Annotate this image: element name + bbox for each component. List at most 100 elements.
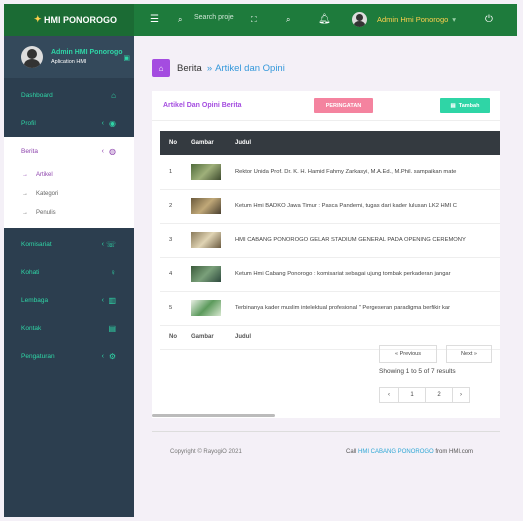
footer-header-gambar: Gambar	[182, 325, 226, 350]
sidebar-item-dashboard[interactable]: Dashboard ⌂	[4, 81, 134, 109]
sidebar-item-label: Komisariat	[21, 240, 52, 248]
berita-submenu: → Artikel → Kategori → Penulis	[4, 165, 134, 228]
sidebar-item-label: Kohati	[21, 268, 40, 276]
search-icon[interactable]: ⌕	[178, 15, 182, 25]
address-card-icon: ▤	[108, 323, 116, 333]
page-next-arrow[interactable]: ›	[452, 387, 470, 403]
pagination: ‹ 1 2 ›	[379, 387, 470, 403]
page-1-button[interactable]: 1	[398, 387, 426, 403]
column-header-judul[interactable]: Judul	[226, 131, 500, 155]
user-name: Admin Hmi Ponorogo	[377, 15, 449, 24]
sidebar-item-kontak[interactable]: Kontak ▤	[4, 314, 134, 342]
sidebar-item-label: Pengaturan	[21, 352, 55, 360]
row-number: 4	[160, 257, 182, 292]
warning-button[interactable]: PERINGATAN	[314, 98, 373, 113]
search-input[interactable]: Search proje	[194, 14, 234, 21]
submenu-item-kategori[interactable]: → Kategori	[4, 184, 134, 203]
table-row[interactable]: 2 Ketum Hmi BADKO Jawa Timur : Pasca Pan…	[160, 189, 500, 224]
user-menu[interactable]: Admin Hmi Ponorogo ▾	[352, 12, 456, 27]
row-number: 5	[160, 291, 182, 326]
next-button[interactable]: Next »	[446, 345, 492, 363]
profile-role: Aplication HMI	[51, 59, 87, 65]
sidebar-item-label: Kontak	[21, 324, 42, 332]
table-icon: ▤	[450, 102, 456, 109]
article-title[interactable]: Ketum Hmi BADKO Jawa Timur : Pasca Pande…	[226, 189, 500, 224]
page-2-button[interactable]: 2	[425, 387, 453, 403]
chevron-left-icon: ‹	[101, 119, 104, 127]
row-number: 3	[160, 223, 182, 258]
row-number: 1	[160, 155, 182, 190]
sidebar: Admin HMI Ponorogo Aplication HMI ▣ Dash…	[4, 36, 134, 517]
table-row[interactable]: 5 Terbinanya kader muslim intelektual pr…	[160, 291, 500, 326]
caret-down-icon: ▾	[452, 15, 457, 24]
article-thumbnail[interactable]	[191, 300, 221, 316]
sidebar-item-label: Dashboard	[21, 91, 53, 99]
hamburger-icon[interactable]: ☰	[150, 14, 159, 25]
search-toggle-icon[interactable]: ⌕	[286, 15, 290, 25]
table-row[interactable]: 4 Ketum Hmi Cabang Ponorogo : komisariat…	[160, 257, 500, 292]
sidebar-item-label: Lembaga	[21, 296, 49, 304]
sidebar-profile: Admin HMI Ponorogo Aplication HMI ▣	[4, 36, 134, 78]
article-title[interactable]: Ketum Hmi Cabang Ponorogo : komisariat s…	[226, 257, 500, 292]
submenu-label: Kategori	[36, 190, 59, 197]
previous-button[interactable]: « Previous	[379, 345, 437, 363]
footer-call-suffix: from HMI.com	[435, 449, 474, 455]
column-header-gambar[interactable]: Gambar	[182, 131, 226, 155]
breadcrumb-parent[interactable]: Berita	[177, 63, 202, 74]
pagination-info: Showing 1 to 5 of 7 results	[379, 368, 456, 375]
sidebar-item-label: Profil	[21, 119, 36, 127]
globe-icon: ◍	[109, 146, 116, 156]
article-thumbnail[interactable]	[191, 198, 221, 214]
female-icon: ♀	[110, 267, 116, 277]
submenu-item-artikel[interactable]: → Artikel	[4, 165, 134, 184]
chevron-left-icon: ‹	[101, 296, 104, 304]
submenu-label: Artikel	[36, 171, 53, 178]
table-row[interactable]: 1 Rektor Unida Prof. Dr. K. H. Hamid Fah…	[160, 155, 500, 190]
user-circle-icon: ◉	[109, 118, 116, 128]
power-icon[interactable]: ⏻	[485, 14, 493, 25]
brand[interactable]: ✦ HMI PONOROGO	[4, 4, 134, 36]
horizontal-scrollbar[interactable]	[152, 414, 275, 417]
footer-link[interactable]: HMI CABANG PONOROGO	[358, 449, 434, 455]
chevron-left-icon: ‹	[101, 240, 104, 248]
row-number: 2	[160, 189, 182, 224]
arrow-right-icon: →	[22, 209, 28, 216]
table-row[interactable]: 3 HMI CABANG PONOROGO GELAR STADIUM GENE…	[160, 223, 500, 258]
gear-icon: ⚙	[108, 351, 116, 361]
column-header-no[interactable]: No	[160, 131, 182, 155]
brand-name: HMI PONOROGO	[44, 15, 118, 25]
home-icon: ⌂	[111, 90, 116, 100]
card-title: Artikel Dan Opini Berita	[163, 102, 242, 109]
sidebar-item-berita[interactable]: Berita ‹ ◍	[4, 137, 134, 165]
table-header-row: No Gambar Judul	[160, 131, 500, 155]
avatar	[352, 12, 367, 27]
footer-call-prefix: Call	[346, 449, 357, 455]
article-thumbnail[interactable]	[191, 266, 221, 282]
article-thumbnail[interactable]	[191, 163, 221, 180]
sidebar-item-pengaturan[interactable]: Pengaturan ‹ ⚙	[4, 342, 134, 370]
breadcrumb-current: Artikel dan Opini	[215, 62, 285, 74]
add-button[interactable]: ▤ Tambah	[440, 98, 490, 113]
article-title[interactable]: Rektor Unida Prof. Dr. K. H. Hamid Fahmy…	[226, 155, 500, 190]
article-thumbnail[interactable]	[191, 232, 221, 248]
fullscreen-icon[interactable]: ⛶	[251, 15, 257, 25]
home-icon[interactable]: ⌂	[152, 59, 170, 77]
sidebar-item-kohati[interactable]: Kohati ♀	[4, 258, 134, 286]
hmi-logo-icon: ✦	[34, 14, 42, 24]
sidebar-item-label: Berita	[21, 147, 38, 155]
arrow-right-icon: →	[22, 190, 28, 197]
add-button-label: Tambah	[458, 102, 480, 109]
sidebar-item-profil[interactable]: Profil ‹ ◉	[4, 109, 134, 137]
profile-name: Admin HMI Ponorogo	[51, 49, 123, 56]
page-prev-arrow[interactable]: ‹	[379, 387, 399, 403]
sidebar-item-lembaga[interactable]: Lembaga ‹ ▥	[4, 286, 134, 314]
building-icon: ▥	[108, 295, 116, 305]
article-title[interactable]: HMI CABANG PONOROGO GELAR STADIUM GENERA…	[226, 223, 500, 258]
footer-header-no: No	[160, 325, 182, 350]
users-icon: ☏	[105, 239, 116, 249]
bell-icon[interactable]: 🔔︎	[318, 14, 331, 25]
article-title[interactable]: Terbinanya kader muslim intelektual prof…	[226, 291, 500, 326]
submenu-item-penulis[interactable]: → Penulis	[4, 203, 134, 222]
sidebar-item-komisariat[interactable]: Komisariat ‹ ☏	[4, 230, 134, 258]
chevron-left-icon: ‹	[101, 352, 104, 360]
